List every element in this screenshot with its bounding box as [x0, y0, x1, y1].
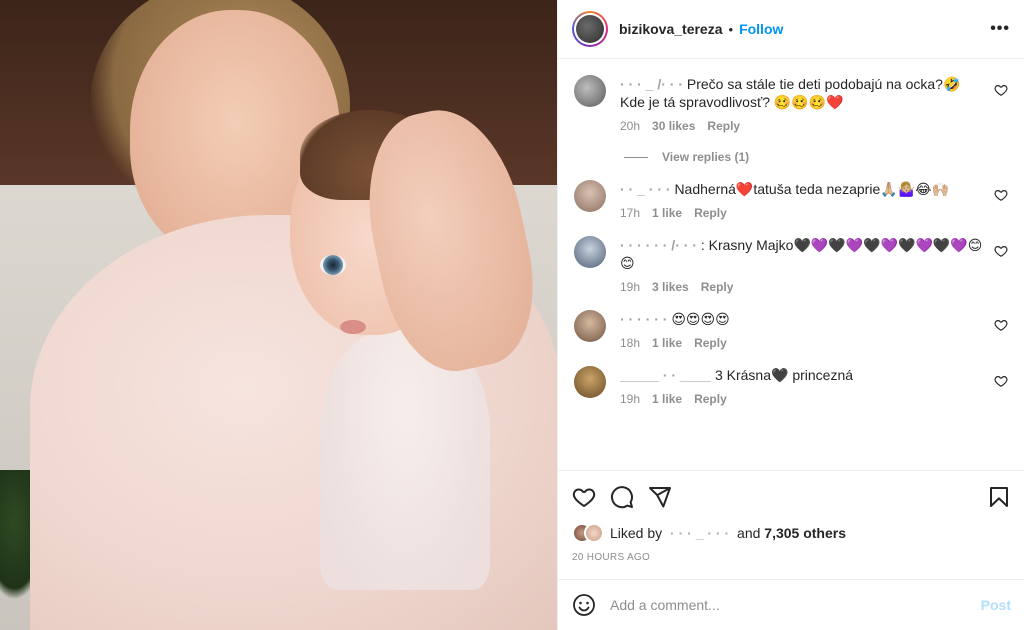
comment-time[interactable]: 19h [620, 392, 640, 406]
comment-likes[interactable]: 1 like [652, 336, 682, 350]
comment-text: _____ · · ____ 3 Krásna🖤 princezná [620, 366, 986, 384]
emoji-icon[interactable] [572, 593, 596, 617]
post-comment-button[interactable]: Post [981, 597, 1011, 613]
avatar-image [576, 15, 604, 43]
reply-button[interactable]: Reply [694, 336, 727, 350]
comment-meta: 19h 1 like Reply [620, 392, 986, 406]
comment-meta: 20h 30 likes Reply [620, 119, 986, 133]
avatar-inner [574, 13, 606, 45]
comment-time[interactable]: 18h [620, 336, 640, 350]
comment-text: · · · · · · 😍😍😍😍 [620, 310, 986, 328]
comment-item: · · _ · · · Nadherná❤️tatuša teda nezapr… [574, 164, 1008, 220]
share-icon[interactable] [648, 485, 672, 509]
comment-username[interactable]: _____ · · ____ [620, 367, 711, 383]
comment-avatar[interactable] [574, 75, 606, 107]
more-options-icon[interactable]: ••• [990, 20, 1010, 38]
comment-text: · · · · · · /· · · : Krasny Majko🖤💜🖤💜🖤💜🖤… [620, 236, 986, 272]
comment-input[interactable] [610, 597, 981, 613]
likes-summary: Liked by · · · _ · · · and 7,305 others [572, 523, 1011, 543]
comment-meta: 18h 1 like Reply [620, 336, 986, 350]
liker-username[interactable]: · · · _ · · · [670, 525, 729, 541]
action-icons-row [572, 485, 1011, 509]
comment-like-heart-icon[interactable] [994, 188, 1008, 202]
add-comment-bar: Post [558, 579, 1024, 630]
comment-body: · · · _ /· · · Prečo sa stále tie deti p… [620, 75, 1008, 133]
author-username[interactable]: bizikova_tereza [619, 21, 723, 37]
comment-avatar[interactable] [574, 310, 606, 342]
reply-button[interactable]: Reply [701, 280, 734, 294]
photo-baby-eye-left [320, 255, 346, 275]
likes-text: Liked by · · · _ · · · and 7,305 others [610, 525, 846, 541]
comment-message: 3 Krásna🖤 princezná [714, 367, 854, 383]
reply-button[interactable]: Reply [694, 392, 727, 406]
view-replies-line [624, 156, 648, 158]
view-replies-button[interactable]: View replies (1) [624, 150, 1008, 164]
comment-meta: 19h 3 likes Reply [620, 280, 986, 294]
instagram-post-modal: bizikova_tereza • Follow ••• · · · _ /· … [0, 0, 1024, 630]
comment-time[interactable]: 19h [620, 280, 640, 294]
comments-list[interactable]: · · · _ /· · · Prečo sa stále tie deti p… [558, 59, 1024, 469]
comment-icon[interactable] [610, 485, 634, 509]
post-header: bizikova_tereza • Follow ••• [558, 0, 1024, 59]
comment-likes[interactable]: 1 like [652, 206, 682, 220]
comment-item: · · · · · · 😍😍😍😍 18h 1 like Reply [574, 294, 1008, 350]
comment-username[interactable]: · · · · · · [620, 311, 667, 327]
liker-avatar [584, 523, 604, 543]
comment-message: 😍😍😍😍 [671, 311, 730, 327]
comment-item: · · · _ /· · · Prečo sa stále tie deti p… [574, 59, 1008, 133]
post-side-panel: bizikova_tereza • Follow ••• · · · _ /· … [557, 0, 1024, 630]
header-separator: • [728, 21, 734, 37]
comment-like-heart-icon[interactable] [994, 83, 1008, 97]
post-photo[interactable] [0, 0, 557, 630]
follow-button[interactable]: Follow [739, 21, 783, 37]
likes-prefix: Liked by [610, 525, 663, 541]
reply-button[interactable]: Reply [707, 119, 740, 133]
comment-likes[interactable]: 1 like [652, 392, 682, 406]
post-actions: Liked by · · · _ · · · and 7,305 others … [558, 470, 1024, 563]
comment-body: · · _ · · · Nadherná❤️tatuša teda nezapr… [620, 180, 1008, 220]
comment-body: · · · · · · /· · · : Krasny Majko🖤💜🖤💜🖤💜🖤… [620, 236, 1008, 294]
comment-like-heart-icon[interactable] [994, 244, 1008, 258]
view-replies-label: View replies (1) [662, 150, 750, 164]
comment-message: Nadherná❤️tatuša teda nezaprie🙏🏼🤷🏼‍♀️😂🙌🏼 [674, 181, 949, 197]
comment-like-heart-icon[interactable] [994, 318, 1008, 332]
comment-time[interactable]: 17h [620, 206, 640, 220]
comment-avatar[interactable] [574, 180, 606, 212]
comment-text: · · _ · · · Nadherná❤️tatuša teda nezapr… [620, 180, 986, 198]
comment-item: _____ · · ____ 3 Krásna🖤 princezná 19h 1… [574, 350, 1008, 406]
comment-meta: 17h 1 like Reply [620, 206, 986, 220]
likes-others-link[interactable]: 7,305 others [764, 525, 846, 541]
comment-username[interactable]: · · _ · · · [620, 181, 671, 197]
comment-avatar[interactable] [574, 236, 606, 268]
author-avatar[interactable] [572, 11, 608, 47]
heart-icon[interactable] [572, 485, 596, 509]
comment-avatar[interactable] [574, 366, 606, 398]
comment-likes[interactable]: 30 likes [652, 119, 695, 133]
comment-username[interactable]: · · · · · · /· · · [620, 237, 697, 253]
comment-text: · · · _ /· · · Prečo sa stále tie deti p… [620, 75, 986, 111]
reply-button[interactable]: Reply [694, 206, 727, 220]
comment-time[interactable]: 20h [620, 119, 640, 133]
post-timestamp[interactable]: 20 HOURS AGO [572, 552, 1011, 563]
comment-like-heart-icon[interactable] [994, 374, 1008, 388]
bookmark-icon[interactable] [987, 485, 1011, 509]
comment-item: · · · · · · /· · · : Krasny Majko🖤💜🖤💜🖤💜🖤… [574, 220, 1008, 294]
comment-likes[interactable]: 3 likes [652, 280, 689, 294]
comment-body: _____ · · ____ 3 Krásna🖤 princezná 19h 1… [620, 366, 1008, 406]
photo-baby-mouth [340, 320, 366, 334]
likes-conjunction: and [737, 525, 761, 541]
comment-username[interactable]: · · · _ /· · · [620, 76, 683, 92]
comment-body: · · · · · · 😍😍😍😍 18h 1 like Reply [620, 310, 1008, 350]
